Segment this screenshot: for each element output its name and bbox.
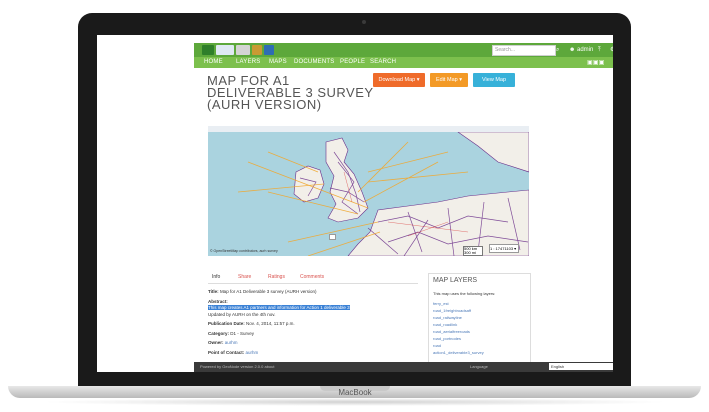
layer-link[interactable]: ferry_est — [433, 301, 449, 306]
info-title-label: Title: — [208, 289, 219, 294]
language-value: English — [551, 364, 565, 369]
info-title-value: Map for A1 Deliverable 3 survey (AURH ve… — [219, 289, 317, 294]
tab-info[interactable]: Info — [212, 274, 220, 280]
layers-subtitle: This map uses the following layers: — [433, 291, 496, 296]
nav-layers[interactable]: LAYERS — [236, 59, 260, 65]
footer-powered: Powered by GeoNode version 2.0.0 about — [200, 364, 275, 369]
detail-tabs: Info Share Ratings Comments — [208, 273, 418, 284]
partner-logo-3 — [252, 45, 262, 55]
map-layers-panel: MAP LAYERS This map uses the following l… — [428, 273, 531, 363]
info-owner-label: Owner: — [208, 340, 224, 345]
map-credits: © OpenStreetMap contributors, aurh surve… — [210, 249, 278, 253]
info-pubdate-value: Nov. 4, 2014, 11:57 p.m. — [246, 321, 295, 326]
info-pubdate-row: Publication Date: Nov. 4, 2014, 11:57 p.… — [208, 321, 418, 328]
layers-heading: MAP LAYERS — [433, 277, 478, 284]
social-icons[interactable]: ▣▣▣ — [587, 59, 605, 66]
user-label: admin — [577, 47, 594, 53]
tab-share[interactable]: Share — [238, 274, 251, 280]
info-category-label: Category: — [208, 330, 230, 336]
map-info-panel: Title: Map for A1 Deliverable 3 survey (… — [208, 289, 418, 356]
layer-link[interactable]: road_roadlink — [433, 322, 457, 327]
camera-icon — [362, 20, 366, 24]
map-scale-bar: 500 km 300 mi — [463, 246, 483, 256]
nav-people[interactable]: PEOPLE — [340, 59, 365, 65]
layer-link[interactable]: road_portnodes — [433, 336, 461, 341]
partner-logo-4 — [264, 45, 274, 55]
user-icon: ☻ — [569, 47, 576, 53]
header-bar: Search... ⌕ ☻ admin ⤒ ⚙ — [194, 43, 613, 57]
partner-logo-2 — [236, 45, 250, 55]
info-poc-label: Point of Contact: — [208, 349, 245, 355]
browser-screen: Search... ⌕ ☻ admin ⤒ ⚙ HOME LAYERS MAPS… — [97, 35, 613, 372]
tab-ratings[interactable]: Ratings — [268, 274, 285, 280]
map-viewer[interactable]: 500 km 300 mi 1 : 17471103 ▾ © OpenStreet… — [208, 132, 529, 256]
upload-icon[interactable]: ⤒ — [598, 46, 601, 54]
download-map-button[interactable]: Download Map ▾ — [373, 73, 425, 87]
info-owner-link[interactable]: aurhm — [225, 340, 238, 345]
site-logo[interactable] — [202, 45, 214, 55]
nav-documents[interactable]: DOCUMENTS — [294, 59, 334, 65]
scale-value: 1 : 17471103 — [490, 246, 514, 251]
edit-map-label: Edit Map — [435, 77, 458, 83]
search-input[interactable]: Search... — [492, 45, 556, 56]
nav-maps[interactable]: MAPS — [269, 59, 287, 65]
layer-link[interactable]: road_railwayline — [433, 315, 462, 320]
info-category-value: D1 - Survey — [230, 330, 255, 336]
laptop-chin — [78, 372, 631, 386]
info-abstract-value: This map creates A1 partners and informa… — [208, 305, 350, 310]
map-canvas[interactable] — [208, 132, 529, 256]
layer-link[interactable]: road — [433, 343, 441, 348]
info-poc-row: Point of Contact: aurhm — [208, 350, 418, 357]
info-category-row: Category: D1 - Survey — [208, 331, 418, 338]
language-select[interactable]: English ▾ — [549, 363, 613, 370]
info-owner-row: Owner: aurhm — [208, 340, 418, 347]
gear-icon[interactable]: ⚙ — [610, 46, 613, 54]
download-map-label: Download Map — [378, 77, 416, 83]
layer-link[interactable]: road_aerialfreeroads — [433, 329, 470, 334]
laptop-shadow — [40, 398, 670, 406]
tab-comments[interactable]: Comments — [300, 274, 324, 280]
edit-map-button[interactable]: Edit Map ▾ — [430, 73, 468, 87]
page-title: MAP FOR A1 DELIVERABLE 3 SURVEY (AURH VE… — [207, 73, 374, 112]
page-footer: Powered by GeoNode version 2.0.0 about L… — [194, 362, 613, 372]
zoom-in-button[interactable] — [329, 234, 336, 240]
info-updated: Updated by AURH on the 4th nov. — [208, 311, 276, 317]
layer-link[interactable]: action1_deliverable3_survey — [433, 350, 484, 355]
main-nav: HOME LAYERS MAPS DOCUMENTS PEOPLE SEARCH… — [194, 57, 613, 68]
layer-link[interactable]: road_1freightroadsaff — [433, 308, 471, 313]
search-icon[interactable]: ⌕ — [556, 46, 559, 54]
info-poc-link[interactable]: aurhm — [246, 350, 259, 355]
nav-home[interactable]: HOME — [204, 59, 223, 65]
scale-select[interactable]: 1 : 17471103 ▾ — [489, 244, 519, 253]
partner-logo-1 — [216, 45, 234, 55]
info-pubdate-label: Publication Date: — [208, 321, 245, 326]
view-map-button[interactable]: View Map — [473, 73, 515, 87]
device-brand: MacBook — [338, 388, 372, 397]
info-title-row: Title: Map for A1 Deliverable 3 survey (… — [208, 289, 418, 296]
user-menu[interactable]: ☻ admin — [569, 46, 593, 54]
nav-search[interactable]: SEARCH — [370, 59, 396, 65]
scale-mi: 300 mi — [464, 250, 477, 255]
language-label: Language — [470, 364, 488, 369]
